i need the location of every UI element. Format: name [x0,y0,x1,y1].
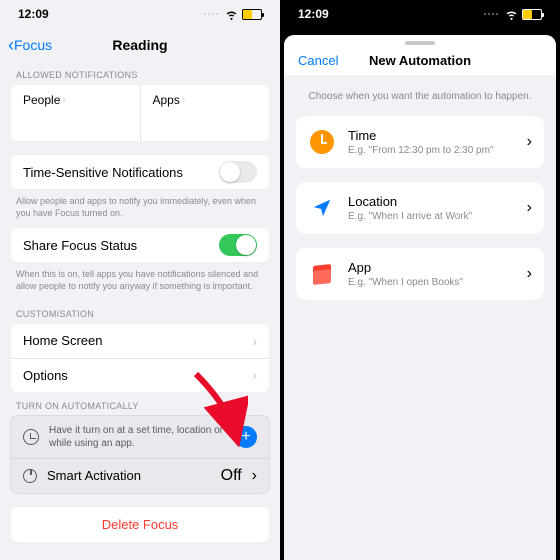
cellular-dots-icon [484,13,498,15]
section-header-allowed: ALLOWED NOTIFICATIONS [0,62,280,84]
share-focus-footer: When this is on, tell apps you have noti… [0,263,280,300]
chevron-right-icon: › [527,199,532,217]
time-sensitive-footer: Allow people and apps to notify you imme… [0,190,280,227]
delete-focus-button[interactable]: Delete Focus [10,506,270,543]
cancel-button[interactable]: Cancel [298,53,338,68]
allowed-apps-button[interactable]: Apps› [141,85,270,141]
clock-icon [23,429,39,445]
cellular-dots-icon [204,13,218,15]
automation-option-time[interactable]: Time E.g. "From 12:30 pm to 2:30 pm" › [296,116,544,168]
status-bar: 12:09 [280,0,560,28]
chevron-right-icon: › [252,467,257,485]
option-app-title: App [348,260,515,275]
option-location-sub: E.g. "When I arrive at Work" [348,211,515,222]
wifi-icon [505,8,518,21]
chevron-right-icon: › [182,95,185,106]
time-sensitive-label: Time-Sensitive Notifications [23,165,219,180]
automation-option-app[interactable]: App E.g. "When I open Books" › [296,248,544,300]
share-focus-row[interactable]: Share Focus Status [11,228,269,262]
phone-right-new-automation: 12:09 Cancel New Automation Choose when … [280,0,560,560]
allowed-apps-label: Apps [153,93,180,107]
auto-hint: Have it turn on at a set time, location … [49,424,225,450]
battery-icon [242,9,262,20]
turn-on-automatically-card: Have it turn on at a set time, location … [10,415,270,494]
smart-activation-label: Smart Activation [47,468,211,483]
section-header-auto: TURN ON AUTOMATICALLY [0,393,280,415]
time-sensitive-row[interactable]: Time-Sensitive Notifications [11,155,269,189]
share-focus-label: Share Focus Status [23,238,219,253]
time-sensitive-toggle[interactable] [219,161,257,183]
delete-focus-label: Delete Focus [102,517,179,532]
option-time-title: Time [348,128,515,143]
allowed-people-label: People [23,93,60,107]
add-automation-button[interactable]: + [235,426,257,448]
options-label: Options [23,368,252,383]
allowed-notifications-card: People› Apps› [10,84,270,142]
status-bar: 12:09 [0,0,280,28]
back-label: Focus [14,37,52,53]
smart-activation-value: Off [221,467,242,485]
chevron-right-icon: › [62,95,65,106]
home-screen-row[interactable]: Home Screen › [11,324,269,358]
sheet-nav: Cancel New Automation [284,45,556,75]
option-time-sub: E.g. "From 12:30 pm to 2:30 pm" [348,145,515,156]
section-header-customisation: CUSTOMISATION [0,301,280,323]
back-button[interactable]: ‹ Focus [8,35,52,56]
app-stack-icon [311,263,333,285]
page-title: Reading [112,37,167,53]
smart-activation-row[interactable]: Smart Activation Off › [11,459,269,493]
power-icon [23,469,37,483]
status-time: 12:09 [18,7,49,21]
time-icon [310,130,334,154]
navigation-bar: ‹ Focus Reading [0,28,280,62]
automation-option-location[interactable]: Location E.g. "When I arrive at Work" › [296,182,544,234]
new-automation-sheet: Cancel New Automation Choose when you wa… [284,35,556,560]
allowed-people-button[interactable]: People› [11,85,141,141]
options-row[interactable]: Options › [11,358,269,392]
home-screen-label: Home Screen [23,333,252,348]
battery-icon [522,9,542,20]
chevron-right-icon: › [527,265,532,283]
phone-left-focus-settings: 12:09 ‹ Focus Reading ALLOWED NOTIFICATI… [0,0,280,560]
chevron-right-icon: › [252,367,257,383]
location-icon [308,194,336,222]
chevron-right-icon: › [527,133,532,151]
status-time: 12:09 [298,7,329,21]
option-location-title: Location [348,194,515,209]
share-focus-toggle[interactable] [219,234,257,256]
sheet-prompt: Choose when you want the automation to h… [284,81,556,116]
option-app-sub: E.g. "When I open Books" [348,277,515,288]
sheet-title: New Automation [369,53,471,68]
wifi-icon [225,8,238,21]
chevron-right-icon: › [252,333,257,349]
